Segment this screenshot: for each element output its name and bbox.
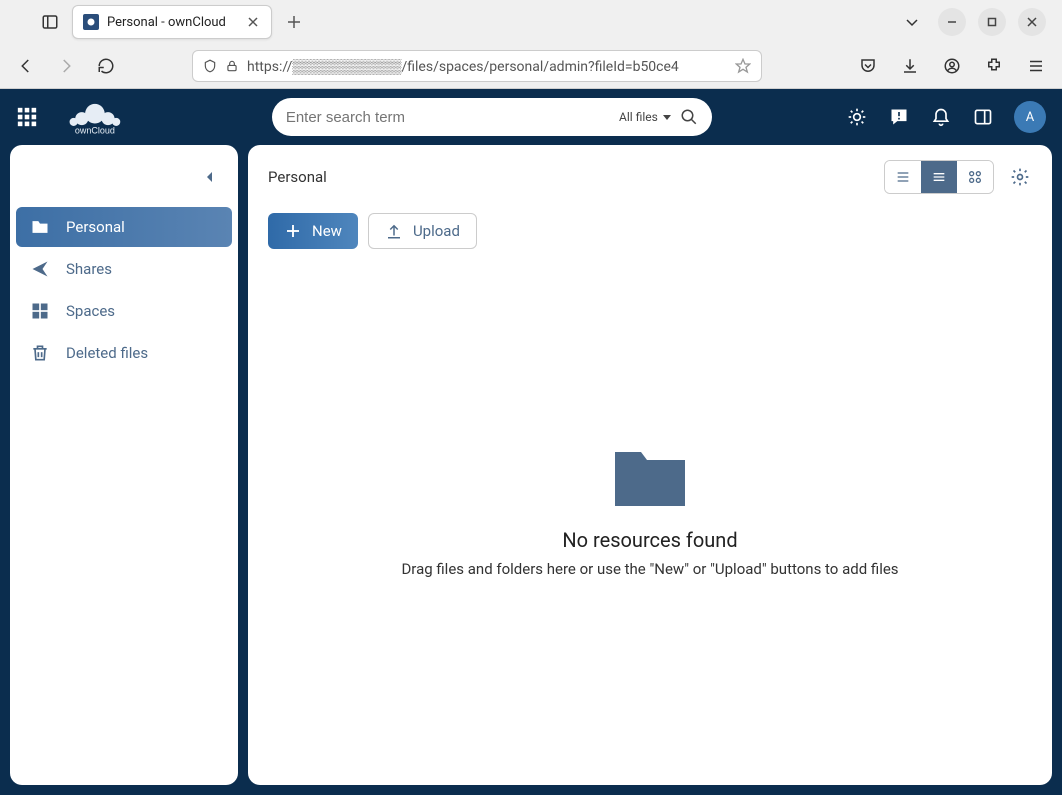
tab-bar: Personal - ownCloud xyxy=(0,0,1062,44)
tab-favicon-icon xyxy=(83,14,99,30)
new-tab-icon[interactable] xyxy=(280,8,308,36)
window-close-icon[interactable] xyxy=(1018,8,1046,36)
folder-icon xyxy=(30,217,50,237)
url-text: https://▒▒▒▒▒▒▒▒▒▒▒/files/spaces/persona… xyxy=(247,58,727,75)
main-header: Personal xyxy=(264,155,1036,199)
sidebar-item-label: Personal xyxy=(66,218,125,236)
sidebar-item-label: Spaces xyxy=(66,302,115,320)
sidebar-item-label: Shares xyxy=(66,260,112,278)
theme-toggle-icon[interactable] xyxy=(846,106,868,128)
avatar[interactable]: A xyxy=(1014,101,1046,133)
app-root: ownCloud All files xyxy=(0,89,1062,795)
spaces-icon xyxy=(30,301,50,321)
url-bar[interactable]: https://▒▒▒▒▒▒▒▒▒▒▒/files/spaces/persona… xyxy=(192,50,762,82)
extensions-icon[interactable] xyxy=(980,52,1008,80)
sidebar: Personal Shares Spaces Deleted files xyxy=(10,145,238,785)
window-maximize-icon[interactable] xyxy=(978,8,1006,36)
account-icon[interactable] xyxy=(938,52,966,80)
search-bar[interactable]: All files xyxy=(272,98,712,136)
pocket-icon[interactable] xyxy=(854,52,882,80)
upload-button[interactable]: Upload xyxy=(368,213,477,249)
downloads-icon[interactable] xyxy=(896,52,924,80)
empty-title: No resources found xyxy=(562,528,737,552)
empty-folder-icon xyxy=(613,446,687,508)
browser-chrome: Personal - ownCloud xyxy=(0,0,1062,89)
tabs-dropdown-icon[interactable] xyxy=(898,8,926,36)
sidebar-collapse-icon[interactable] xyxy=(194,161,226,193)
sidebar-item-deleted[interactable]: Deleted files xyxy=(16,333,232,373)
breadcrumb[interactable]: Personal xyxy=(264,168,327,186)
reload-icon[interactable] xyxy=(92,52,120,80)
search-input[interactable] xyxy=(286,109,611,126)
view-condensed-icon[interactable] xyxy=(885,161,921,193)
nav-bar: https://▒▒▒▒▒▒▒▒▒▒▒/files/spaces/persona… xyxy=(0,44,1062,88)
view-toggle xyxy=(884,160,994,194)
notifications-icon[interactable] xyxy=(930,106,952,128)
sidebar-item-shares[interactable]: Shares xyxy=(16,249,232,289)
window-minimize-icon[interactable] xyxy=(938,8,966,36)
brand-logo[interactable]: ownCloud xyxy=(54,99,136,135)
svg-text:ownCloud: ownCloud xyxy=(75,125,115,135)
empty-subtitle: Drag files and folders here or use the "… xyxy=(401,560,898,578)
share-icon xyxy=(30,259,50,279)
view-tiles-icon[interactable] xyxy=(957,161,993,193)
menu-icon[interactable] xyxy=(1022,52,1050,80)
topbar: ownCloud All files xyxy=(0,89,1062,145)
empty-state: No resources found Drag files and folder… xyxy=(264,249,1036,775)
back-icon[interactable] xyxy=(12,52,40,80)
trash-icon xyxy=(30,343,50,363)
sidebar-item-spaces[interactable]: Spaces xyxy=(16,291,232,331)
shield-icon xyxy=(203,59,217,73)
action-row: New Upload xyxy=(268,213,1036,249)
tab-title: Personal - ownCloud xyxy=(107,15,237,30)
view-default-icon[interactable] xyxy=(921,161,957,193)
new-button-label: New xyxy=(312,222,342,240)
search-submit-icon[interactable] xyxy=(680,108,698,126)
tab-close-icon[interactable] xyxy=(245,14,261,30)
search-filter-dropdown[interactable]: All files xyxy=(619,110,672,124)
sidebar-item-personal[interactable]: Personal xyxy=(16,207,232,247)
new-button[interactable]: New xyxy=(268,213,358,249)
avatar-initial: A xyxy=(1026,110,1034,125)
lock-icon xyxy=(225,59,239,73)
main-panel: Personal xyxy=(248,145,1052,785)
sidepanel-icon[interactable] xyxy=(972,106,994,128)
browser-tab[interactable]: Personal - ownCloud xyxy=(72,5,272,39)
feedback-icon[interactable] xyxy=(888,106,910,128)
view-settings-icon[interactable] xyxy=(1004,161,1036,193)
app-body: Personal Shares Spaces Deleted files xyxy=(0,145,1062,795)
sidebar-toggle-icon[interactable] xyxy=(36,8,64,36)
sidebar-item-label: Deleted files xyxy=(66,344,148,362)
apps-grid-icon[interactable] xyxy=(16,106,38,128)
upload-button-label: Upload xyxy=(413,222,460,240)
search-filter-label: All files xyxy=(619,110,658,124)
forward-icon xyxy=(52,52,80,80)
bookmark-star-icon[interactable] xyxy=(735,58,751,74)
